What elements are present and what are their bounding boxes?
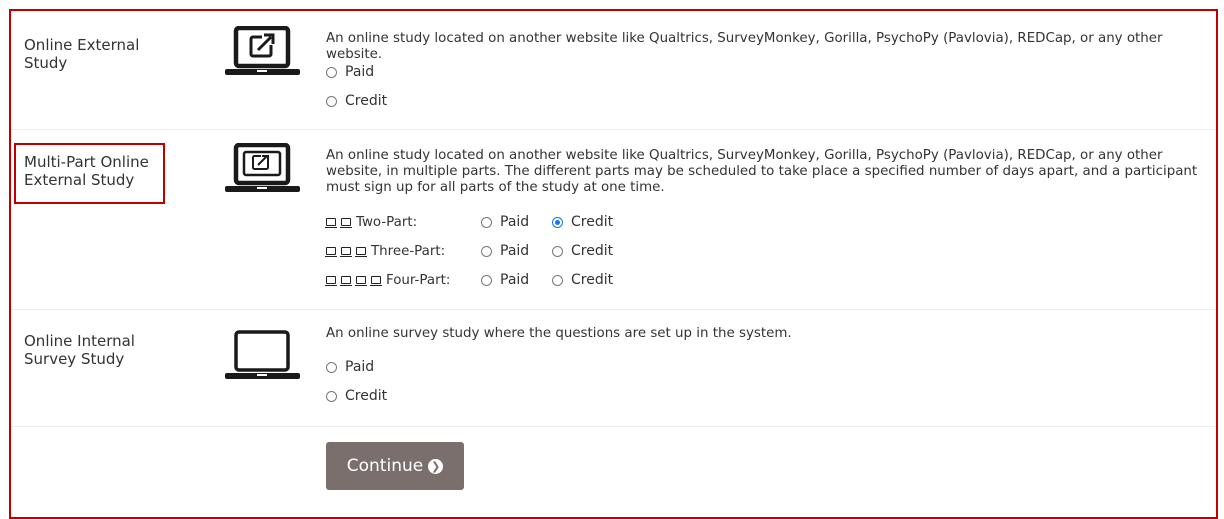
study-type-description: An online study located on another websi… bbox=[326, 148, 1198, 195]
radio-button[interactable] bbox=[326, 390, 337, 402]
radio-button[interactable] bbox=[481, 274, 492, 286]
radio-button[interactable] bbox=[552, 274, 563, 286]
mini-laptop-icon bbox=[355, 247, 367, 257]
credit-radio-option[interactable]: Credit bbox=[326, 92, 387, 110]
option-label: Credit bbox=[571, 272, 614, 288]
two-part-paid-radio[interactable]: Paid bbox=[481, 213, 529, 231]
four-part-paid-radio[interactable]: Paid bbox=[481, 271, 529, 289]
paid-radio-option[interactable]: Paid bbox=[326, 358, 374, 376]
part-label-text: Four-Part: bbox=[386, 272, 451, 288]
radio-button[interactable] bbox=[326, 95, 337, 107]
three-part-credit-radio[interactable]: Credit bbox=[552, 242, 613, 260]
laptop-icon bbox=[225, 330, 300, 386]
mini-laptop-icon bbox=[340, 247, 352, 257]
part-label-text: Two-Part: bbox=[356, 214, 418, 230]
paid-radio-option[interactable]: Paid bbox=[326, 63, 374, 81]
two-part-label: Two-Part: bbox=[325, 213, 418, 231]
option-label: Paid bbox=[500, 214, 530, 230]
study-type-label: Online Internal Survey Study bbox=[24, 332, 135, 368]
two-part-credit-radio[interactable]: Credit bbox=[552, 213, 613, 231]
mini-laptop-icon bbox=[370, 276, 382, 286]
laptop-multi-external-icon bbox=[225, 142, 300, 199]
four-part-label: Four-Part: bbox=[325, 271, 451, 289]
radio-button[interactable] bbox=[481, 245, 492, 257]
option-label: Credit bbox=[571, 214, 614, 230]
credit-radio-option[interactable]: Credit bbox=[326, 387, 387, 405]
three-part-label: Three-Part: bbox=[325, 242, 446, 260]
radio-button[interactable] bbox=[552, 245, 563, 257]
radio-button[interactable] bbox=[326, 66, 337, 78]
mini-laptop-icon bbox=[340, 276, 352, 286]
option-label: Paid bbox=[345, 359, 375, 375]
option-label: Credit bbox=[345, 388, 388, 404]
study-type-row-online-external: Online External Study An online study lo… bbox=[11, 11, 1216, 130]
continue-button[interactable]: Continue ❯ bbox=[326, 442, 464, 490]
radio-button[interactable] bbox=[326, 361, 337, 373]
actions-row bbox=[11, 426, 1216, 507]
study-type-description: An online survey study where the questio… bbox=[326, 326, 792, 341]
mini-laptop-icon bbox=[325, 247, 337, 257]
continue-label: Continue bbox=[346, 456, 424, 476]
chevron-circle-right-icon: ❯ bbox=[428, 458, 444, 474]
study-type-row-multi-part: Multi-Part Online External Study An onli… bbox=[11, 129, 1216, 310]
radio-button[interactable] bbox=[481, 216, 492, 228]
option-label: Credit bbox=[345, 93, 388, 109]
three-part-paid-radio[interactable]: Paid bbox=[481, 242, 529, 260]
part-label-text: Three-Part: bbox=[371, 243, 446, 259]
option-label: Paid bbox=[500, 272, 530, 288]
mini-laptop-icon bbox=[325, 276, 337, 286]
option-label: Paid bbox=[345, 64, 375, 80]
laptop-external-link-icon bbox=[225, 25, 300, 82]
study-type-description: An online study located on another websi… bbox=[326, 31, 1163, 62]
label-highlight-box bbox=[14, 143, 165, 204]
four-part-credit-radio[interactable]: Credit bbox=[552, 271, 613, 289]
option-label: Credit bbox=[571, 243, 614, 259]
study-type-label: Online External Study bbox=[24, 36, 140, 72]
mini-laptop-icon bbox=[325, 218, 337, 228]
study-type-row-internal-survey: Online Internal Survey Study An online s… bbox=[11, 309, 1216, 427]
mini-laptop-icon bbox=[340, 218, 352, 228]
mini-laptop-icon bbox=[355, 276, 367, 286]
option-label: Paid bbox=[500, 243, 530, 259]
radio-button-checked[interactable] bbox=[552, 216, 563, 228]
